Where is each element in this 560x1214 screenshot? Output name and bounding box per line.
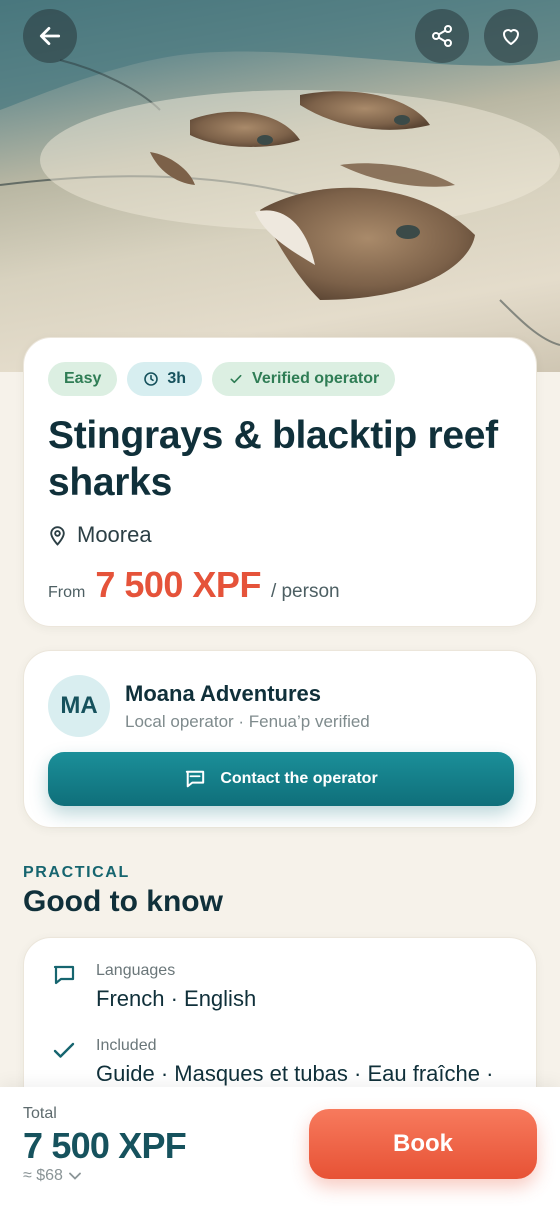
verified-label: Verified operator	[252, 370, 380, 387]
info-value: French · English	[96, 986, 257, 1011]
price-suffix: / person	[270, 581, 340, 602]
verified-chip: Verified operator	[212, 362, 396, 396]
info-label: Languages	[96, 962, 176, 979]
contact-operator-label: Contact the operator	[220, 770, 378, 787]
operator-card: MA Moana Adventures Local operator · Fen…	[23, 650, 537, 828]
operator-name: Moana Adventures	[125, 681, 322, 706]
section-title: Good to know	[23, 885, 223, 918]
section-eyebrow: PRACTICAL	[23, 864, 130, 881]
location-label: Moorea	[77, 522, 152, 547]
price-row: From 7 500 XPF / person	[48, 564, 340, 606]
hero-image	[0, 0, 560, 372]
stingrays-photo	[0, 0, 560, 346]
contact-operator-button[interactable]: Contact the operator	[48, 752, 514, 806]
arrow-left-icon	[39, 27, 61, 45]
chat-icon	[186, 770, 205, 788]
booking-bar: Total 7 500 XPF ≈ $68 Book	[0, 1087, 560, 1214]
share-button[interactable]	[415, 9, 469, 63]
price-value: 7 500 XPF	[95, 564, 261, 605]
difficulty-label: Easy	[64, 370, 102, 387]
total-value: 7 500 XPF	[23, 1125, 187, 1166]
price-prefix: From	[48, 584, 86, 601]
chip-row: Easy 3h Verified operator	[48, 362, 396, 396]
difficulty-chip: Easy	[48, 362, 118, 396]
total-label: Total	[23, 1105, 57, 1122]
back-button[interactable]	[23, 9, 77, 63]
chat-icon	[53, 965, 75, 985]
approx-value: ≈ $68	[23, 1167, 63, 1184]
book-button[interactable]: Book	[309, 1109, 537, 1179]
info-value: Guide · Masques et tubas · Eau fraîche ·	[96, 1061, 494, 1086]
activity-title: Stingrays & blacktip reef sharks	[48, 414, 498, 504]
activity-summary-card: Easy 3h Verified operator Stingrays & bl…	[23, 337, 537, 627]
location: Moorea	[48, 522, 152, 548]
heart-icon	[503, 29, 519, 45]
currency-converter[interactable]: ≈ $68	[23, 1167, 81, 1185]
operator-avatar: MA	[48, 675, 110, 737]
chevron-down-icon	[69, 1172, 81, 1180]
share-icon	[432, 25, 452, 47]
favorite-button[interactable]	[484, 9, 538, 63]
info-label: Included	[96, 1037, 157, 1054]
operator-subtitle: Local operator · Fenua’p verified	[125, 712, 370, 731]
clock-icon	[144, 372, 159, 386]
duration-label: 3h	[167, 370, 187, 387]
check-icon	[230, 374, 242, 384]
check-icon	[53, 1042, 75, 1058]
map-pin-icon	[50, 526, 65, 546]
duration-chip: 3h	[127, 362, 203, 396]
